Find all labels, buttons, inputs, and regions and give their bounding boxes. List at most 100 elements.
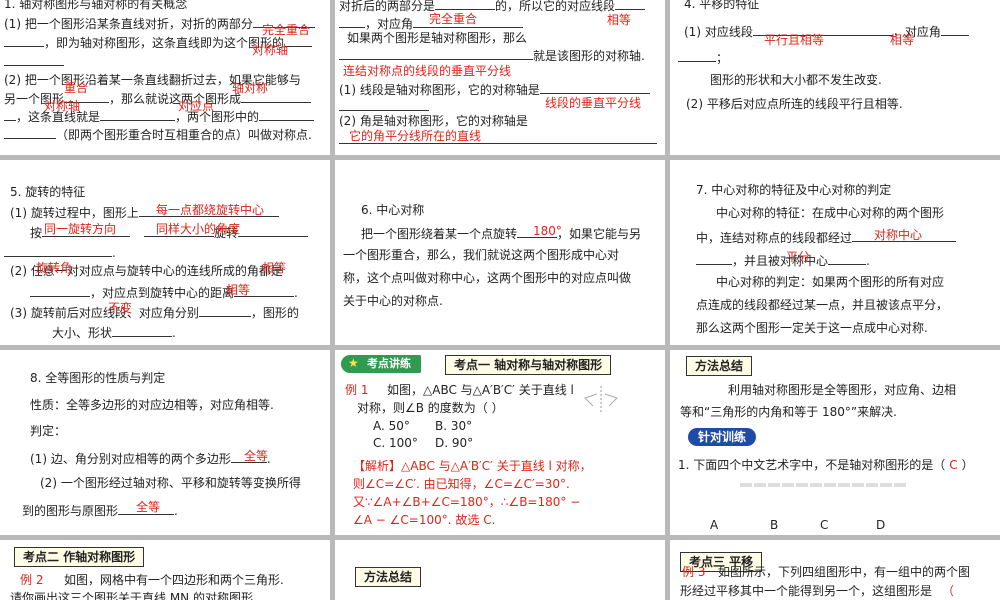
answer-text: 相等 (226, 283, 251, 297)
answer-text: 平行且相等 (764, 33, 825, 47)
text-line: 就是该图形的对称轴. (339, 46, 645, 64)
card-example-2: 考点二 作轴对称图形 例 2 如图，网格中有一个四边形和两个三角形. 请你画出这… (0, 540, 330, 600)
option-label: D (876, 518, 886, 532)
text-line: 一个图形重合，那么，我们就说这两个图形成中心对 (343, 248, 620, 262)
example-label: 例 1 (345, 383, 369, 397)
answer-text: 相等 (607, 13, 632, 27)
text-line: 点连成的线段都经过某一点，并且被该点平分， (696, 298, 949, 312)
star-icon: ★ (348, 356, 359, 370)
text-line: (2) 角是轴对称图形，它的对称轴是 (339, 114, 528, 128)
section-header: 方法总结 (686, 356, 753, 376)
text-line: 利用轴对称图形是全等图形，对应角、边相 (728, 383, 957, 397)
solution-text: 【解析】△ABC 与△A′B′C′ 关于直线 l 对称， (353, 459, 592, 473)
answer-text: 平分 (786, 250, 811, 264)
card-example-3: 考点三 平移 例 3 如图所示，下列四组图形中，有一组中的两个图 形经过平移其中… (670, 540, 1000, 600)
text-line: (1) 边、角分别对应相等的两个多边形. (30, 449, 271, 467)
text-line: (1) 对应线段 ，对应角 (684, 22, 969, 40)
text-line: 判定： (30, 424, 67, 438)
text-line: (3) 旋转前后对应线段、对应角分别 ，图形的 (10, 303, 299, 321)
card-axial-symmetry-properties: 对折后的两部分是 的，所以它的对应线段 ，对应角 完全重合 相等 如果两个图形是轴… (335, 0, 665, 155)
answer-text: 180° (533, 224, 562, 238)
text-line: 7. 中心对称的特征及中心对称的判定 (696, 183, 892, 197)
option-label: C (820, 518, 829, 532)
text-line: 5. 旋转的特征 (10, 185, 86, 199)
card-translation-features: 4. 平移的特征 (1) 对应线段 ，对应角 平行且相等 相等 ； 图形的形状和大… (670, 0, 1000, 155)
text-line: ； (678, 48, 728, 66)
answer-text: 重合 (64, 81, 89, 95)
question-text: 如图，网格中有一个四边形和两个三角形. (64, 573, 284, 587)
text-line: （即两个图形重合时互相重合的点）叫做对称点. (4, 125, 312, 143)
answer-text: 对称轴 (44, 99, 81, 113)
text-line: (2) 一个图形经过轴对称、平移和旋转等变换所得 (40, 476, 301, 490)
solution-text: 又∵∠A+∠B+∠C=180°，∴∠B=180° − (353, 495, 581, 509)
section-header: 考点一 轴对称与轴对称图形 (445, 355, 612, 375)
example-label: 例 3 (682, 565, 706, 579)
art-characters (740, 477, 908, 491)
section-header: 方法总结 (355, 567, 422, 587)
text-line: ，并且被对称中心. (696, 251, 870, 269)
answer-text: 全等 (136, 500, 161, 514)
answer-text: 完全重合 (429, 12, 478, 26)
solution-text: 则∠C=∠C′. 由已知得，∠C=∠C′=30°. (353, 477, 570, 491)
text-line: 性质：全等多边形的对应边相等，对应角相等. (30, 398, 274, 412)
text-line: 图形的形状和大小都不发生改变. (710, 73, 882, 87)
answer-text: 同一旋转方向 (44, 222, 117, 236)
text-line: . (4, 243, 116, 261)
answer-text: 对称轴 (252, 43, 289, 57)
text-line: 对折后的两部分是 的，所以它的对应线段 (339, 0, 646, 14)
card-central-symmetry: 6. 中心对称 把一个图形绕着某一个点旋转 ，如果它能与另 180° 一个图形重合… (335, 160, 665, 345)
text-line: (2) 平移后对应点所连的线段平行且相等. (686, 97, 903, 111)
answer-text: 相等 (890, 33, 915, 47)
text-line: 4. 平移的特征 (684, 0, 760, 11)
option-c: C. 100° (373, 436, 418, 450)
question-text: 如图，△ABC 与△A′B′C′ 关于直线 l (387, 383, 574, 397)
answer-text: 旋转角 (36, 261, 73, 275)
question-text: 形经过平移其中一个能得到另一个，这组图形是（ (680, 584, 955, 598)
answer-text: 对称中心 (874, 228, 923, 242)
text-line (4, 52, 64, 70)
text-line: 关于中心的对称点. (343, 294, 443, 308)
text-line: 那么这两个图形一定关于这一点成中心对称. (696, 321, 928, 335)
text-line: 大小、形状. (52, 323, 176, 341)
answer-text: 不变 (108, 301, 133, 315)
text-line: 把一个图形绕着某一个点旋转 ，如果它能与另 (361, 224, 641, 242)
card-congruent-figures: 8. 全等图形的性质与判定 性质：全等多边形的对应边相等，对应角相等. 判定： … (0, 350, 330, 535)
question-text: 1. 下面四个中文艺术字中，不是轴对称图形的是（ C） (678, 458, 974, 472)
text-line: 8. 全等图形的性质与判定 (30, 371, 166, 385)
answer-text: 每一点都绕旋转中心 (156, 203, 265, 217)
question-text: 请你画出这三个图形关于直线 MN 的对称图形 (10, 591, 253, 600)
practice-badge: 针对训练 (688, 428, 757, 446)
question-text: 如图所示，下列四组图形中，有一组中的两个图 (718, 565, 971, 579)
card-method-summary-2: 方法总结 (335, 540, 665, 600)
card-axial-symmetry-concepts: 1. 轴对称图形与轴对称的有关概念 (1) 把一个图形沿某条直线对折，对折的两部… (0, 0, 330, 155)
answer-text: 线段的垂直平分线 (545, 96, 642, 110)
text-line: 等和“三角形的内角和等于 180°”来解决. (680, 405, 897, 419)
text-line: 中心对称的判定：如果两个图形的所有对应 (716, 275, 945, 289)
option-label: A (710, 518, 719, 532)
text-line: 称，这个点叫做对称中心，这两个图形中的对应点叫做 (343, 271, 632, 285)
answer-text: 对应点 (178, 99, 215, 113)
card-method-summary-1: 方法总结 利用轴对称图形是全等图形，对应角、边相 等和“三角形的内角和等于 18… (670, 350, 1000, 535)
topic-ribbon: ★ 考点讲练 (341, 355, 421, 373)
text-line: 中心对称的特征：在成中心对称的两个图形 (716, 206, 945, 220)
triangle-figure (584, 386, 618, 412)
answer-text: 全等 (244, 449, 269, 463)
text-line: 1. 轴对称图形与轴对称的有关概念 (4, 0, 188, 11)
option-a: A. 50° (373, 419, 410, 433)
section-header: 考点二 作轴对称图形 (14, 547, 145, 567)
option-d: D. 90° (435, 436, 474, 450)
text-line: ，对应点到旋转中心的距离. (30, 283, 298, 301)
answer-text: 连结对称点的线段的垂直平分线 (343, 64, 512, 78)
answer-text: 相等 (262, 261, 287, 275)
text-line: 6. 中心对称 (361, 203, 425, 217)
option-b: B. 30° (435, 419, 473, 433)
card-example-1: ★ 考点讲练 考点一 轴对称与轴对称图形 例 1 如图，△ABC 与△A′B′C′… (335, 350, 665, 535)
card-central-symmetry-judgement: 7. 中心对称的特征及中心对称的判定 中心对称的特征：在成中心对称的两个图形 中… (670, 160, 1000, 345)
example-label: 例 2 (20, 573, 44, 587)
answer-text: 同样大小的角度 (156, 222, 241, 236)
card-rotation-features: 5. 旋转的特征 (1) 旋转过程中，图形上 每一点都绕旋转中心 按旋转 同一旋… (0, 160, 330, 345)
text-line: 如果两个图形是轴对称图形，那么 (347, 31, 528, 45)
question-text: 对称，则∠B 的度数为（ ） (357, 401, 504, 415)
answer-text: 它的角平分线所在的直线 (349, 129, 482, 143)
solution-text: ∠A − ∠C=100°. 故选 C. (353, 513, 496, 527)
